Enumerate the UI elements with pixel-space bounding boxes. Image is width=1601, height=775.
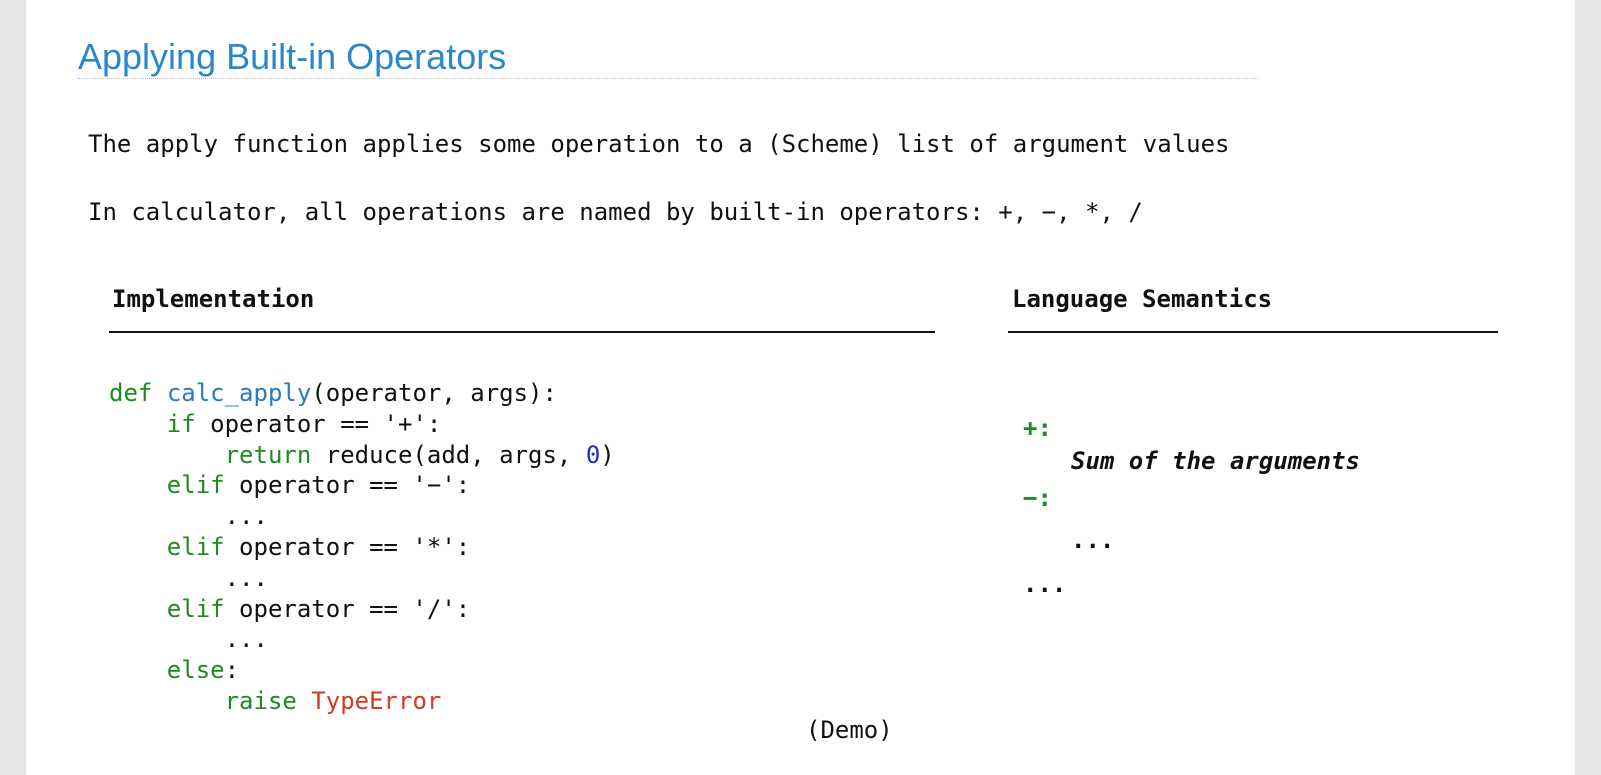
minus-description: ... (1071, 526, 1115, 554)
code-text: : (224, 656, 240, 685)
more-operators: ... (1023, 570, 1067, 598)
code-text: reduce(add, args, (311, 440, 586, 469)
keyword: def (109, 379, 153, 407)
code-line-if: if operator == '+': (109, 409, 615, 440)
title-underline (78, 78, 1258, 79)
code-block: def calc_apply(operator, args): if opera… (109, 378, 615, 717)
code-text: (operator, args): (311, 379, 557, 407)
plus-description: Sum of the arguments (1071, 447, 1360, 475)
exception-name: TypeError (311, 686, 442, 715)
demo-label: (Demo) (806, 716, 893, 744)
code-line-elif-minus: elif operator == '−': (109, 470, 615, 501)
keyword: elif (166, 594, 225, 623)
keyword: raise (224, 686, 297, 715)
number-literal: 0 (585, 440, 601, 469)
code-text: ) (600, 440, 615, 469)
intro-line-operators: In calculator, all operations are named … (88, 198, 1143, 226)
implementation-rule (109, 331, 935, 333)
code-line-else: else: (109, 655, 615, 686)
slide: Applying Built-in Operators The apply fu… (26, 0, 1575, 775)
code-text: ... (224, 502, 268, 531)
function-name: calc_apply (166, 379, 312, 407)
code-text: operator == '+': (195, 409, 442, 438)
code-text: ... (224, 625, 268, 654)
plus-operator: +: (1023, 414, 1052, 442)
slide-title: Applying Built-in Operators (78, 36, 507, 77)
keyword: elif (166, 532, 225, 561)
code-text: ... (224, 563, 268, 592)
code-text: operator == '−': (224, 471, 471, 500)
code-line-ellipsis: ... (109, 501, 615, 532)
keyword: else (166, 656, 225, 685)
keyword: elif (166, 471, 225, 500)
semantics-rule (1008, 331, 1498, 333)
code-line-ellipsis: ... (109, 563, 615, 594)
code-line-ellipsis: ... (109, 624, 615, 655)
code-line-def: def calc_apply(operator, args): (109, 378, 615, 409)
code-line-elif-divide: elif operator == '/': (109, 594, 615, 625)
implementation-heading: Implementation (112, 285, 315, 313)
code-text: operator == '*': (224, 532, 471, 561)
semantics-heading: Language Semantics (1012, 285, 1273, 313)
code-text: operator == '/': (224, 594, 471, 623)
minus-operator: −: (1023, 484, 1052, 512)
keyword: if (166, 409, 196, 438)
code-line-elif-times: elif operator == '*': (109, 532, 615, 563)
keyword: return (224, 440, 312, 469)
code-line-return: return reduce(add, args, 0) (109, 440, 615, 471)
intro-line-apply: The apply function applies some operatio… (88, 130, 1230, 158)
code-line-raise: raise TypeError (109, 686, 615, 717)
